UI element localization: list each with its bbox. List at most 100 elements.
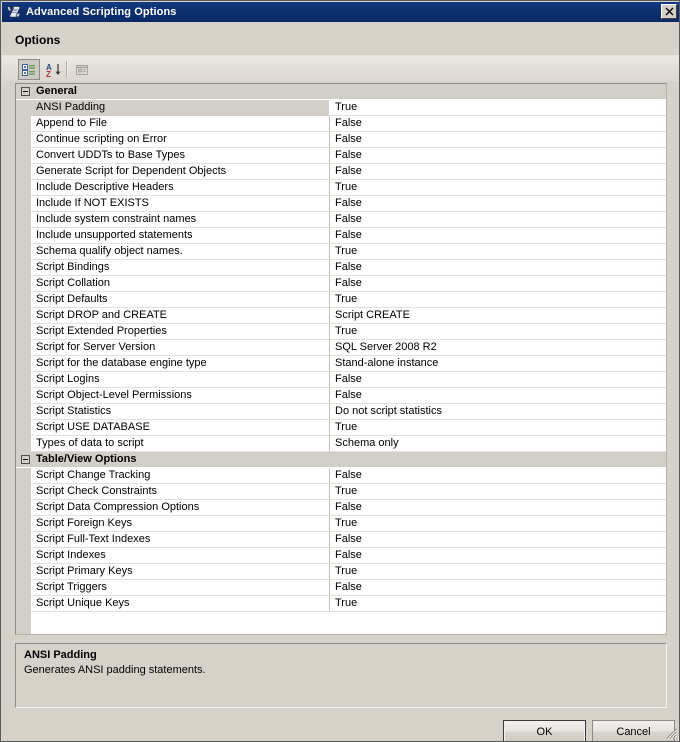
property-row[interactable]: Include If NOT EXISTS False [16, 196, 666, 212]
property-name-cell[interactable]: Script for the database engine type [31, 356, 330, 372]
property-name-cell[interactable]: Script Unique Keys [31, 596, 330, 612]
property-name-cell[interactable]: Script Statistics [31, 404, 330, 420]
property-row[interactable]: Script Unique Keys True [16, 596, 666, 612]
property-value-cell[interactable]: False [330, 196, 666, 212]
property-value-cell[interactable]: False [330, 148, 666, 164]
categorized-view-button[interactable] [18, 59, 40, 80]
ok-button[interactable]: OK [503, 720, 586, 741]
property-row[interactable]: Script Logins False [16, 372, 666, 388]
property-name-cell[interactable]: Script Full-Text Indexes [31, 532, 330, 548]
property-value-cell[interactable]: False [330, 532, 666, 548]
property-row[interactable]: Append to File False [16, 116, 666, 132]
property-value-cell[interactable]: False [330, 548, 666, 564]
property-row[interactable]: Schema qualify object names. True [16, 244, 666, 260]
property-value-cell[interactable]: False [330, 228, 666, 244]
property-value-cell[interactable]: SQL Server 2008 R2 [330, 340, 666, 356]
property-value-cell[interactable]: Schema only [330, 436, 666, 452]
property-value-cell[interactable]: True [330, 180, 666, 196]
property-name-cell[interactable]: Script Logins [31, 372, 330, 388]
property-value-cell[interactable]: False [330, 132, 666, 148]
property-name-cell[interactable]: Schema qualify object names. [31, 244, 330, 260]
property-row[interactable]: Script Triggers False [16, 580, 666, 596]
property-row[interactable]: Script Data Compression Options False [16, 500, 666, 516]
property-name-cell[interactable]: Script Defaults [31, 292, 330, 308]
property-value-cell[interactable]: False [330, 388, 666, 404]
property-row[interactable]: Generate Script for Dependent Objects Fal… [16, 164, 666, 180]
property-name-cell[interactable]: Convert UDDTs to Base Types [31, 148, 330, 164]
property-category-header[interactable]: Table/View Options [16, 452, 666, 468]
property-name-cell[interactable]: Script Indexes [31, 548, 330, 564]
property-row[interactable]: Script Collation False [16, 276, 666, 292]
property-name-cell[interactable]: Include If NOT EXISTS [31, 196, 330, 212]
property-category-header[interactable]: General [16, 84, 666, 100]
property-value-cell[interactable]: False [330, 212, 666, 228]
property-row[interactable]: Include unsupported statements False [16, 228, 666, 244]
property-row[interactable]: Script DROP and CREATE Script CREATE [16, 308, 666, 324]
property-row[interactable]: Script for Server Version SQL Server 2008… [16, 340, 666, 356]
property-row[interactable]: Continue scripting on Error False [16, 132, 666, 148]
property-name-cell[interactable]: Script for Server Version [31, 340, 330, 356]
property-value-cell[interactable]: False [330, 500, 666, 516]
property-name-cell[interactable]: Script Object-Level Permissions [31, 388, 330, 404]
property-name-cell[interactable]: Script Collation [31, 276, 330, 292]
property-name-cell[interactable]: Script USE DATABASE [31, 420, 330, 436]
property-row[interactable]: Script Indexes False [16, 548, 666, 564]
property-row[interactable]: Script Foreign Keys True [16, 516, 666, 532]
property-value-cell[interactable]: True [330, 292, 666, 308]
property-value-cell[interactable]: False [330, 372, 666, 388]
property-row[interactable]: Script Change Tracking False [16, 468, 666, 484]
property-row[interactable]: Include Descriptive Headers True [16, 180, 666, 196]
property-row[interactable]: Script USE DATABASE True [16, 420, 666, 436]
property-value-cell[interactable]: True [330, 100, 666, 116]
close-icon[interactable] [661, 4, 677, 19]
collapse-expander-icon[interactable] [21, 87, 30, 96]
property-row[interactable]: Script Defaults True [16, 292, 666, 308]
property-value-cell[interactable]: Script CREATE [330, 308, 666, 324]
property-row[interactable]: Convert UDDTs to Base Types False [16, 148, 666, 164]
property-value-cell[interactable]: False [330, 276, 666, 292]
property-value-cell[interactable]: False [330, 580, 666, 596]
property-name-cell[interactable]: Script Check Constraints [31, 484, 330, 500]
property-name-cell[interactable]: Include system constraint names [31, 212, 330, 228]
property-name-cell[interactable]: Script DROP and CREATE [31, 308, 330, 324]
property-name-cell[interactable]: Continue scripting on Error [31, 132, 330, 148]
property-name-cell[interactable]: Types of data to script [31, 436, 330, 452]
property-row[interactable]: Script for the database engine type Stand… [16, 356, 666, 372]
property-row[interactable]: Script Check Constraints True [16, 484, 666, 500]
property-name-cell[interactable]: Script Change Tracking [31, 468, 330, 484]
property-row[interactable]: Script Object-Level Permissions False [16, 388, 666, 404]
property-row[interactable]: Script Primary Keys True [16, 564, 666, 580]
resize-grip[interactable] [664, 726, 678, 740]
property-name-cell[interactable]: Include unsupported statements [31, 228, 330, 244]
property-value-cell[interactable]: True [330, 244, 666, 260]
property-name-cell[interactable]: Script Extended Properties [31, 324, 330, 340]
property-value-cell[interactable]: True [330, 516, 666, 532]
property-row[interactable]: Include system constraint names False [16, 212, 666, 228]
property-value-cell[interactable]: True [330, 564, 666, 580]
property-value-cell[interactable]: True [330, 596, 666, 612]
property-row[interactable]: Script Extended Properties True [16, 324, 666, 340]
property-name-cell[interactable]: Include Descriptive Headers [31, 180, 330, 196]
property-name-cell[interactable]: Generate Script for Dependent Objects [31, 164, 330, 180]
property-value-cell[interactable]: Stand-alone instance [330, 356, 666, 372]
property-name-cell[interactable]: ANSI Padding [31, 100, 330, 116]
property-value-cell[interactable]: True [330, 324, 666, 340]
property-grid[interactable]: General ANSI Padding True Append to File Fal… [15, 83, 667, 635]
alphabetical-sort-button[interactable]: A Z [43, 59, 65, 80]
property-name-cell[interactable]: Script Primary Keys [31, 564, 330, 580]
property-name-cell[interactable]: Append to File [31, 116, 330, 132]
property-row[interactable]: Script Full-Text Indexes False [16, 532, 666, 548]
property-row[interactable]: Script Statistics Do not script statistic… [16, 404, 666, 420]
collapse-expander-icon[interactable] [21, 455, 30, 464]
property-name-cell[interactable]: Script Triggers [31, 580, 330, 596]
property-row[interactable]: ANSI Padding True [16, 100, 666, 116]
property-pages-button[interactable] [71, 59, 93, 80]
property-name-cell[interactable]: Script Data Compression Options [31, 500, 330, 516]
cancel-button[interactable]: Cancel [592, 720, 675, 741]
property-value-cell[interactable]: False [330, 116, 666, 132]
property-value-cell[interactable]: True [330, 484, 666, 500]
property-value-cell[interactable]: False [330, 164, 666, 180]
property-value-cell[interactable]: False [330, 468, 666, 484]
property-value-cell[interactable]: Do not script statistics [330, 404, 666, 420]
property-row[interactable]: Types of data to script Schema only [16, 436, 666, 452]
